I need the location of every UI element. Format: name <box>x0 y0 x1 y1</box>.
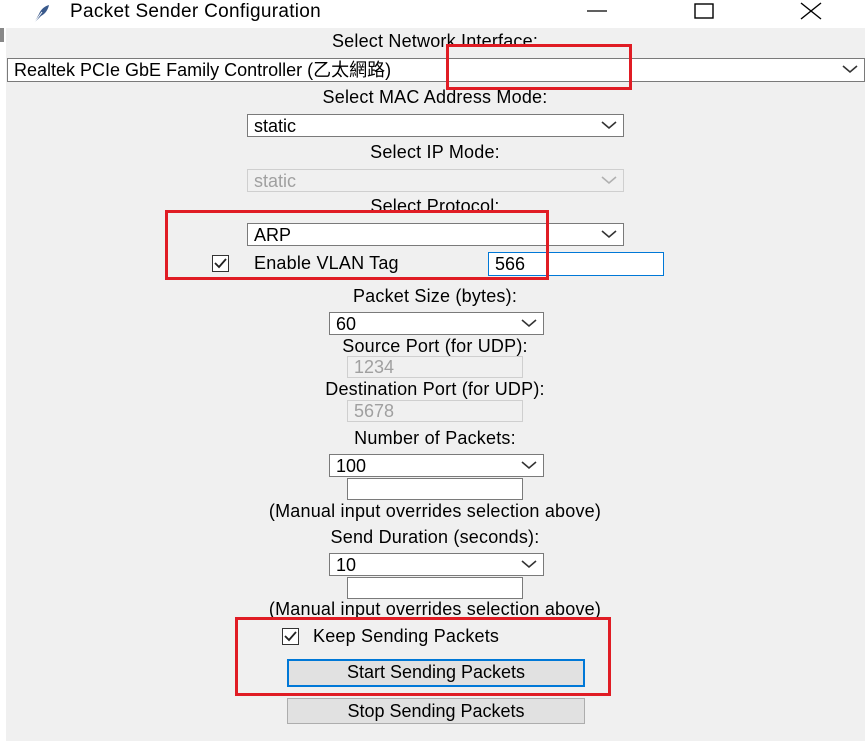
chevron-down-icon <box>601 176 617 185</box>
num-packets-value: 100 <box>336 456 367 476</box>
ip-mode-select[interactable]: static <box>247 169 624 192</box>
chevron-down-icon <box>521 319 537 328</box>
network-interface-label: Select Network Interface: <box>331 31 539 51</box>
maximize-button[interactable] <box>676 0 736 28</box>
stop-sending-button[interactable]: Stop Sending Packets <box>287 698 585 724</box>
packet-size-select[interactable]: 60 <box>329 312 544 335</box>
duration-select[interactable]: 10 <box>329 553 544 576</box>
num-packets-note: (Manual input overrides selection above) <box>268 501 602 521</box>
ip-mode-label: Select IP Mode: <box>370 142 500 162</box>
chevron-down-icon <box>842 65 858 74</box>
minimize-button[interactable] <box>568 0 628 28</box>
mac-mode-select[interactable]: static <box>247 114 624 137</box>
ip-mode-value: static <box>254 171 297 191</box>
close-button[interactable] <box>783 0 843 28</box>
highlight-box-protocol-vlan <box>165 210 549 280</box>
network-interface-value: Realtek PCIe GbE Family Controller (乙太網路… <box>14 60 392 80</box>
duration-label: Send Duration (seconds): <box>330 527 540 547</box>
packet-size-value: 60 <box>336 314 357 334</box>
network-interface-select[interactable]: Realtek PCIe GbE Family Controller (乙太網路… <box>7 58 865 82</box>
highlight-box-interface <box>446 44 632 90</box>
feather-icon <box>33 5 49 24</box>
packet-size-label: Packet Size (bytes): <box>352 286 518 306</box>
num-packets-select[interactable]: 100 <box>329 454 544 477</box>
mac-mode-label: Select MAC Address Mode: <box>322 87 548 107</box>
duration-value: 10 <box>336 555 357 575</box>
source-port-value: 1234 <box>354 357 395 377</box>
duration-manual-input[interactable] <box>347 577 523 599</box>
window-title: Packet Sender Configuration <box>70 1 322 22</box>
dest-port-value: 5678 <box>354 401 395 421</box>
source-port-label: Source Port (for UDP): <box>342 336 528 356</box>
chevron-down-icon <box>601 230 617 239</box>
title-bar[interactable]: Packet Sender Configuration <box>0 0 865 28</box>
chevron-down-icon <box>521 461 537 470</box>
mac-mode-value: static <box>254 116 297 136</box>
chevron-down-icon <box>601 121 617 130</box>
maximize-icon <box>694 3 714 19</box>
chevron-down-icon <box>521 560 537 569</box>
close-icon <box>800 2 822 20</box>
highlight-box-send-controls <box>235 617 611 696</box>
source-port-input[interactable]: 1234 <box>347 356 523 378</box>
num-packets-label: Number of Packets: <box>354 428 516 448</box>
dest-port-input[interactable]: 5678 <box>347 400 523 422</box>
dest-port-label: Destination Port (for UDP): <box>325 379 545 399</box>
num-packets-manual-input[interactable] <box>347 478 523 500</box>
minimize-icon <box>587 10 607 12</box>
